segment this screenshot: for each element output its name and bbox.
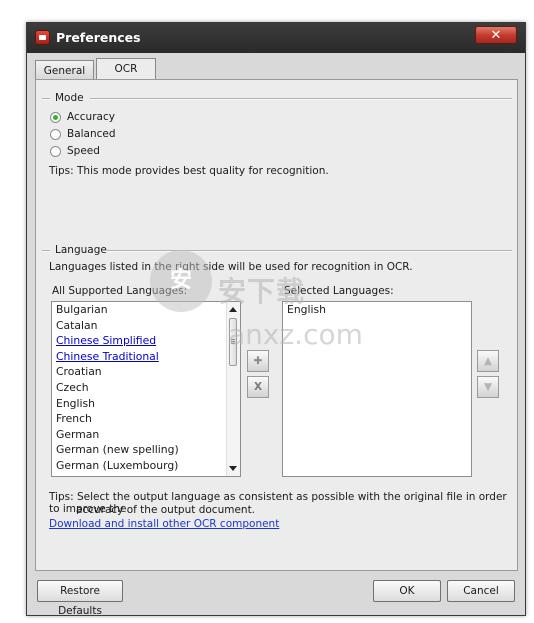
language-list-item[interactable]: Croatian xyxy=(52,364,240,380)
move-up-button[interactable]: ▲ xyxy=(477,350,499,372)
title-bar[interactable]: Preferences ✕ xyxy=(27,23,525,53)
ok-button[interactable]: OK xyxy=(373,580,441,602)
watermark-text: 安下载 xyxy=(218,275,306,308)
arrow-up-icon: ▲ xyxy=(483,355,493,367)
language-list-item[interactable]: Chinese Traditional xyxy=(52,349,240,365)
language-list-item[interactable]: French xyxy=(52,411,240,427)
all-languages-items: Bulgarian Catalan Chinese Simplified Chines… xyxy=(52,302,240,474)
radio-accuracy-indicator[interactable] xyxy=(50,111,61,123)
move-down-button[interactable]: ▼ xyxy=(477,376,499,398)
mode-tips: Tips: This mode provides best quality fo… xyxy=(49,165,329,177)
language-list-item[interactable]: Catalan xyxy=(52,318,240,334)
mode-rule-right xyxy=(90,98,512,100)
language-tips-line2: accuracy of the output document. xyxy=(76,504,256,516)
remove-language-button[interactable]: X xyxy=(247,376,269,398)
language-heading: Language xyxy=(55,244,107,256)
language-list-item[interactable]: English xyxy=(52,396,240,412)
cancel-button[interactable]: Cancel xyxy=(447,580,515,602)
app-icon xyxy=(35,30,50,45)
selected-language-item[interactable]: English xyxy=(283,302,471,318)
mode-rule-left xyxy=(42,98,50,100)
radio-accuracy[interactable]: Accuracy xyxy=(50,109,115,125)
radio-speed-indicator[interactable] xyxy=(50,145,61,157)
add-language-button[interactable]: ✚ xyxy=(247,350,269,372)
radio-accuracy-label: Accuracy xyxy=(67,111,115,123)
plus-icon: ✚ xyxy=(253,355,263,367)
language-list-item[interactable]: German (Luxembourg) xyxy=(52,458,240,474)
selected-languages-items: English xyxy=(283,302,471,318)
tab-ocr[interactable]: OCR xyxy=(96,58,156,80)
scroll-down-arrow[interactable] xyxy=(229,466,237,471)
window-title: Preferences xyxy=(56,30,141,45)
radio-balanced[interactable]: Balanced xyxy=(50,126,116,142)
mode-heading: Mode xyxy=(55,92,84,104)
download-ocr-link[interactable]: Download and install other OCR component xyxy=(49,518,279,530)
watermark-domain: anxz.com xyxy=(228,318,363,351)
tab-general[interactable]: General xyxy=(35,60,94,80)
radio-speed[interactable]: Speed xyxy=(50,143,100,159)
close-button[interactable]: ✕ xyxy=(475,26,517,44)
all-languages-list[interactable]: Bulgarian Catalan Chinese Simplified Chines… xyxy=(51,301,241,477)
x-icon: X xyxy=(253,381,263,393)
language-rule-right xyxy=(105,250,512,252)
language-list-item[interactable]: Bulgarian xyxy=(52,302,240,318)
restore-defaults-button[interactable]: Restore Defaults xyxy=(37,580,123,617)
radio-balanced-indicator[interactable] xyxy=(50,128,61,140)
radio-speed-label: Speed xyxy=(67,145,100,157)
language-list-item[interactable]: German (new spelling) xyxy=(52,442,240,458)
watermark-shield-icon: 安 xyxy=(150,250,212,312)
radio-balanced-label: Balanced xyxy=(67,128,116,140)
arrow-down-icon: ▼ xyxy=(483,381,493,393)
language-list-item[interactable]: German xyxy=(52,427,240,443)
language-list-item[interactable]: Chinese Simplified xyxy=(52,333,240,349)
language-list-item[interactable]: Czech xyxy=(52,380,240,396)
language-rule-left xyxy=(42,250,50,252)
